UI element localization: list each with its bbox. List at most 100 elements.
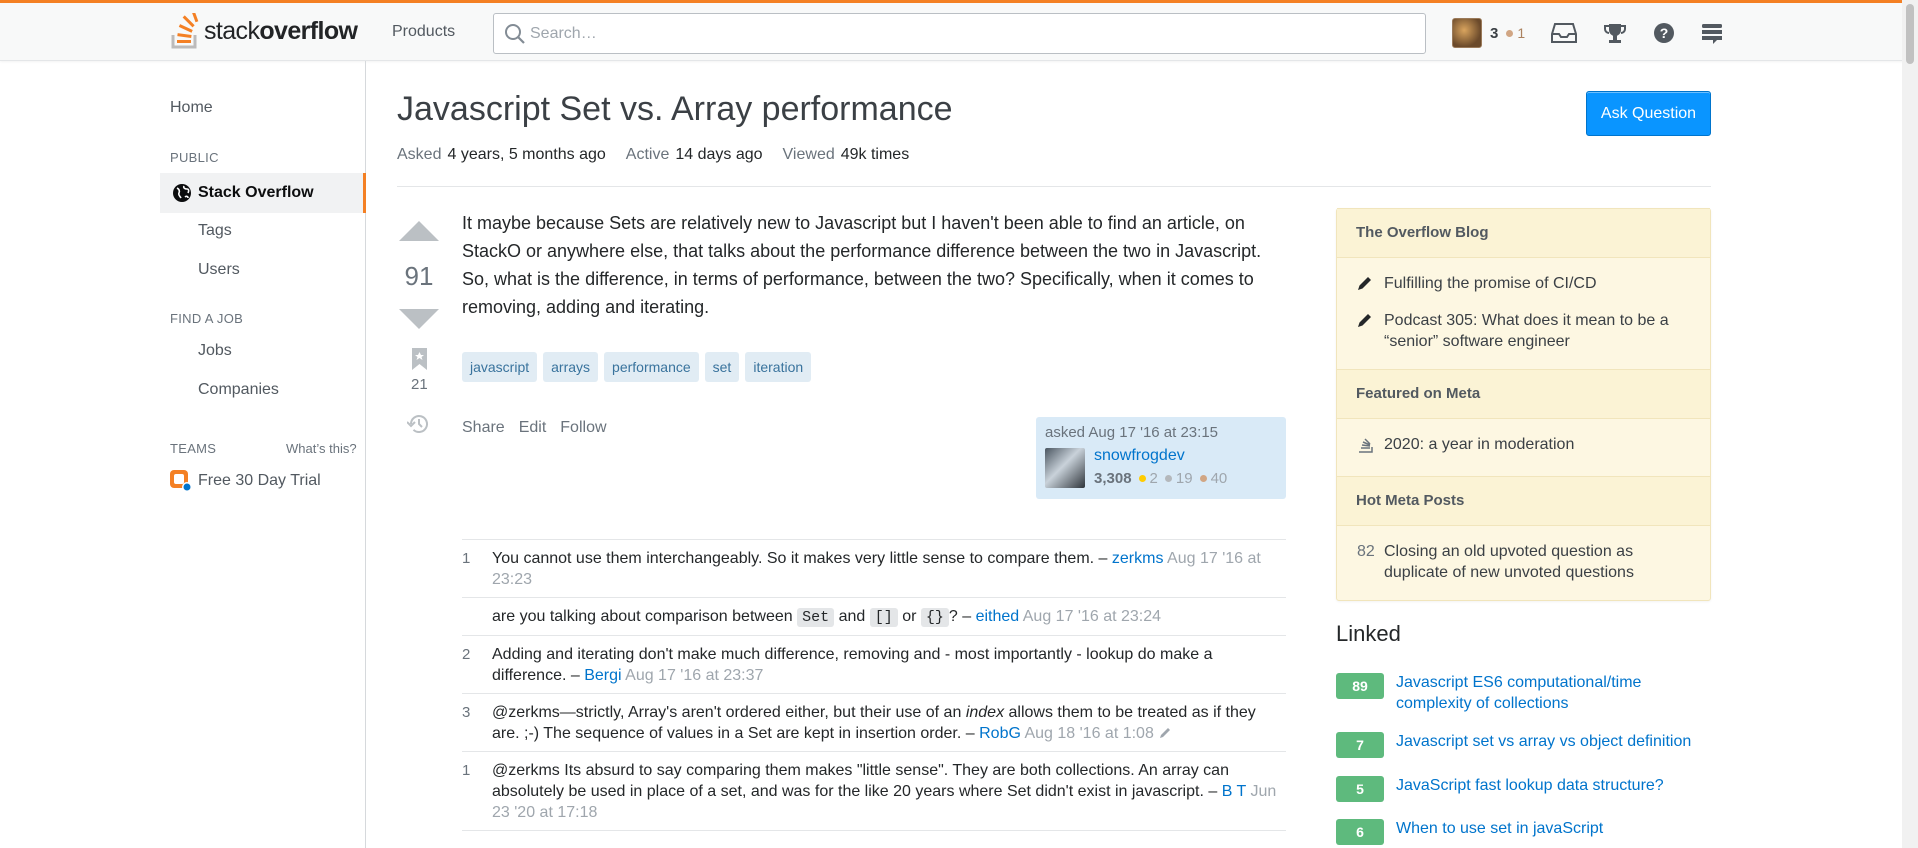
scrollbar-thumb[interactable] [1906,4,1914,64]
upvote-icon[interactable] [399,220,439,242]
search-icon [505,24,525,44]
question-tags: javascript arrays performance set iterat… [462,352,812,382]
bronze-badge-count[interactable]: 1 [1506,25,1525,41]
nav-tags[interactable]: Tags [198,222,232,240]
top-bar: stackoverflow Products 3 1 ? [0,0,1918,61]
left-sidebar: Home PUBLIC Stack Overflow Tags Users FI… [160,61,366,848]
gold-badges: 2 [1138,470,1158,487]
comment-emphasis: index [965,704,1005,721]
pencil-icon [1358,314,1371,327]
viewed-value: 49k times [840,146,910,163]
follow-link[interactable]: Follow [560,419,606,437]
avatar[interactable] [1045,448,1085,488]
comments-list: 1 You cannot use them interchangeably. S… [462,539,1286,831]
logo-text: stackoverflow [204,16,358,45]
comment-date[interactable]: Aug 17 '16 at 23:24 [1023,608,1161,625]
teams-free-trial[interactable]: Free 30 Day Trial [170,470,321,492]
page-scrollbar[interactable] [1902,0,1918,848]
linked-title[interactable]: Javascript ES6 computational/time comple… [1396,672,1711,714]
linked-title[interactable]: JavaScript fast lookup data structure? [1396,775,1664,802]
edit-link[interactable]: Edit [519,419,547,437]
share-link[interactable]: Share [462,419,505,437]
comment-text: You cannot use them interchangeably. So … [492,550,1108,567]
nav-home[interactable]: Home [170,99,213,117]
user-reputation[interactable]: 3 [1490,25,1498,42]
hot-meta-item[interactable]: 82 Closing an old upvoted question as du… [1357,541,1697,583]
active-label: Active [625,146,670,163]
bronze-badges: 40 [1199,470,1227,487]
bookmark-icon[interactable] [412,348,427,370]
comment: 1 You cannot use them interchangeably. S… [462,540,1286,598]
linked-score: 89 [1336,673,1384,699]
inbox-icon[interactable] [1551,22,1578,44]
comment-score: 2 [462,646,471,663]
user-avatar[interactable] [1452,18,1482,48]
search-box[interactable] [493,13,1426,54]
meta-header: Featured on Meta [1337,369,1710,419]
tag[interactable]: arrays [543,352,599,382]
comment-text: @zerkms—strictly, Array's aren't ordered… [492,704,962,721]
blog-header: The Overflow Blog [1337,208,1710,258]
svg-text:?: ? [1660,25,1669,41]
active-value[interactable]: 14 days ago [675,146,762,163]
comment-date[interactable]: Aug 18 '16 at 1:08 [1024,725,1153,742]
nav-companies[interactable]: Companies [198,381,279,399]
tag[interactable]: javascript [462,352,538,382]
owner-card: asked Aug 17 '16 at 23:15 snowfrogdev 3,… [1036,417,1286,499]
comment-score: 3 [462,704,471,721]
help-icon[interactable]: ? [1653,22,1675,44]
bookmark-count: 21 [411,376,428,393]
comment-text: are you talking about comparison between [492,608,793,625]
linked-score: 6 [1336,819,1384,845]
comment-user[interactable]: eithed [976,608,1020,625]
comment-date[interactable]: Aug 17 '16 at 23:37 [625,667,763,684]
linked-question[interactable]: 7 Javascript set vs array vs object defi… [1336,731,1711,758]
linked-score: 7 [1336,732,1384,758]
downvote-icon[interactable] [399,308,439,330]
user-controls: 3 1 ? [1452,15,1723,51]
blog-item[interactable]: Fulfilling the promise of CI/CD [1357,273,1697,297]
tag[interactable]: iteration [745,352,812,382]
history-icon[interactable] [407,413,431,435]
question-title[interactable]: Javascript Set vs. Array performance [397,90,953,129]
nav-section-find-job: FIND A JOB [170,311,244,326]
pencil-icon [1358,277,1371,290]
whats-this-link[interactable]: What’s this? [286,441,357,456]
site-logo[interactable]: stackoverflow [170,11,358,51]
meta-icon [1359,438,1373,453]
linked-title[interactable]: Javascript set vs array vs object defini… [1396,731,1691,758]
code-inline: [] [869,608,898,627]
comment-user[interactable]: zerkms [1112,550,1164,567]
products-menu[interactable]: Products [380,17,467,47]
comment-user[interactable]: Bergi [584,667,621,684]
owner-reputation: 3,308 [1094,470,1132,487]
search-input[interactable] [530,14,1410,53]
question-body: It maybe because Sets are relatively new… [462,213,1262,317]
tag[interactable]: performance [604,352,699,382]
linked-score: 5 [1336,776,1384,802]
pencil-icon [1160,728,1171,738]
nav-jobs[interactable]: Jobs [198,342,232,360]
ask-question-button[interactable]: Ask Question [1586,91,1711,136]
post-actions: Share Edit Follow [462,419,607,437]
linked-question[interactable]: 89 Javascript ES6 computational/time com… [1336,672,1711,714]
comment: 2 Adding and iterating don't make much d… [462,636,1286,694]
comment-user[interactable]: B T [1222,783,1246,800]
comment-text: ? – [948,608,972,625]
code-inline: Set [797,608,835,627]
trophy-icon[interactable] [1603,22,1627,44]
linked-title[interactable]: When to use set in javaScript [1396,818,1603,845]
meta-item[interactable]: 2020: a year in moderation [1357,434,1697,460]
owner-name[interactable]: snowfrogdev [1094,447,1185,465]
nav-stack-overflow[interactable]: Stack Overflow [160,173,366,213]
linked-question[interactable]: 6 When to use set in javaScript [1336,818,1711,845]
teams-icon [170,470,192,492]
site-switcher-icon[interactable] [1701,22,1723,44]
tag[interactable]: set [704,352,740,382]
vote-count: 91 [404,261,434,291]
linked-question[interactable]: 5 JavaScript fast lookup data structure? [1336,775,1711,802]
comment-user[interactable]: RobG [979,725,1021,742]
nav-users[interactable]: Users [198,261,240,279]
blog-item[interactable]: Podcast 305: What does it mean to be a “… [1357,310,1697,352]
asked-value: 4 years, 5 months ago [447,146,606,163]
